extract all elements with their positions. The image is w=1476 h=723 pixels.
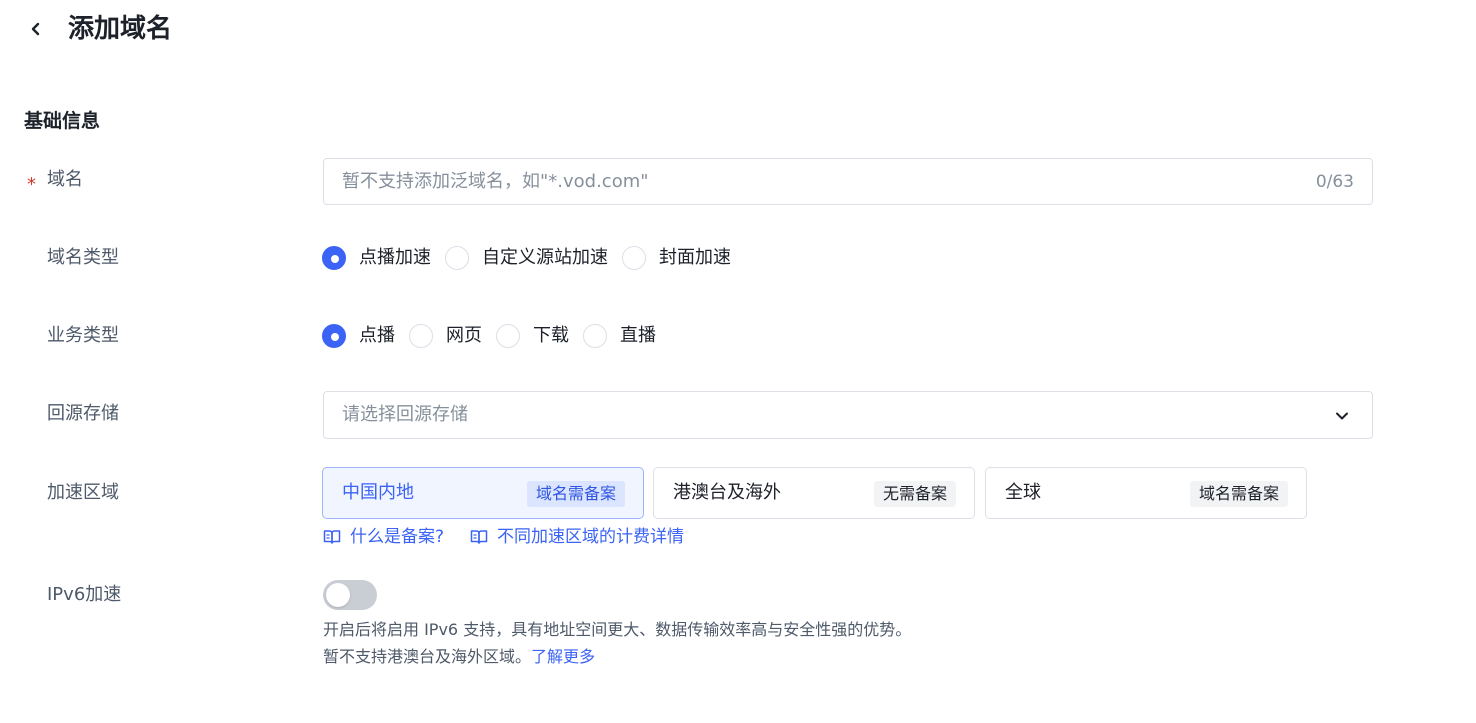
radio-unchecked-icon — [583, 324, 607, 348]
radio-vod[interactable]: 点播 — [322, 323, 395, 349]
learn-more-link[interactable]: 了解更多 — [531, 647, 595, 666]
link-label: 不同加速区域的计费详情 — [497, 527, 685, 547]
radio-checked-icon — [322, 324, 346, 348]
radio-label: 下载 — [533, 325, 569, 346]
radio-download[interactable]: 下载 — [496, 323, 569, 349]
link-label: 什么是备案? — [350, 527, 445, 547]
region-name: 港澳台及海外 — [673, 482, 781, 503]
radio-unchecked-icon — [409, 324, 433, 348]
radio-webpage[interactable]: 网页 — [409, 323, 482, 349]
region-card-mainland[interactable]: 中国内地 域名需备案 — [322, 467, 644, 519]
region-card-overseas[interactable]: 港澳台及海外 无需备案 — [653, 467, 975, 519]
ipv6-note-text: 暂不支持港澳台及海外区域。 — [323, 647, 532, 666]
radio-label: 自定义源站加速 — [482, 247, 608, 268]
domain-label: 域名 — [47, 169, 83, 190]
page-header: 添加域名 — [0, 0, 1476, 60]
origin-storage-select[interactable]: 请选择回源存储 — [323, 391, 1373, 439]
ipv6-note: 暂不支持港澳台及海外区域。了解更多 — [323, 645, 595, 669]
region-badge: 域名需备案 — [1189, 481, 1288, 507]
ipv6-toggle[interactable] — [323, 580, 377, 610]
domain-input[interactable] — [342, 159, 1282, 204]
toggle-knob — [326, 583, 350, 607]
business-type-label: 业务类型 — [47, 325, 119, 346]
radio-label: 点播 — [359, 325, 395, 346]
chevron-left-icon — [31, 22, 40, 36]
radio-unchecked-icon — [622, 246, 646, 270]
radio-unchecked-icon — [496, 324, 520, 348]
region-name: 中国内地 — [342, 482, 414, 503]
region-card-global[interactable]: 全球 域名需备案 — [985, 467, 1307, 519]
link-region-billing[interactable]: 不同加速区域的计费详情 — [470, 524, 684, 550]
radio-label: 直播 — [620, 325, 656, 346]
radio-custom-origin-accel[interactable]: 自定义源站加速 — [445, 245, 608, 271]
radio-label: 网页 — [446, 325, 482, 346]
ipv6-description: 开启后将启用 IPv6 支持，具有地址空间更大、数据传输效率高与安全性强的优势。 — [323, 620, 912, 639]
char-count: 0/63 — [1315, 172, 1354, 192]
radio-live[interactable]: 直播 — [583, 323, 656, 349]
radio-label: 点播加速 — [359, 247, 431, 268]
select-placeholder: 请选择回源存储 — [342, 404, 468, 425]
book-icon — [323, 530, 341, 544]
radio-cover-accel[interactable]: 封面加速 — [622, 245, 731, 271]
chevron-down-icon — [1336, 412, 1348, 420]
back-button[interactable] — [24, 17, 48, 41]
domain-type-radio-group: 点播加速 自定义源站加速 封面加速 — [322, 245, 745, 271]
radio-unchecked-icon — [445, 246, 469, 270]
domain-input-wrapper: 0/63 — [323, 158, 1373, 205]
origin-storage-label: 回源存储 — [47, 403, 119, 424]
required-marker: * — [27, 174, 36, 195]
page-title: 添加域名 — [68, 14, 173, 44]
business-type-radio-group: 点播 网页 下载 直播 — [322, 323, 670, 349]
region-name: 全球 — [1005, 482, 1041, 503]
region-badge: 域名需备案 — [526, 481, 625, 507]
radio-vod-accel[interactable]: 点播加速 — [322, 245, 431, 271]
domain-type-label: 域名类型 — [47, 247, 119, 268]
radio-checked-icon — [322, 246, 346, 270]
help-links: 什么是备案? 不同加速区域的计费详情 — [323, 524, 710, 550]
book-icon — [470, 530, 488, 544]
link-what-is-icp[interactable]: 什么是备案? — [323, 524, 444, 550]
region-badge: 无需备案 — [873, 481, 956, 507]
ipv6-label: IPv6加速 — [47, 584, 122, 605]
section-title: 基础信息 — [24, 110, 101, 132]
accel-region-label: 加速区域 — [47, 482, 119, 503]
radio-label: 封面加速 — [659, 247, 731, 268]
